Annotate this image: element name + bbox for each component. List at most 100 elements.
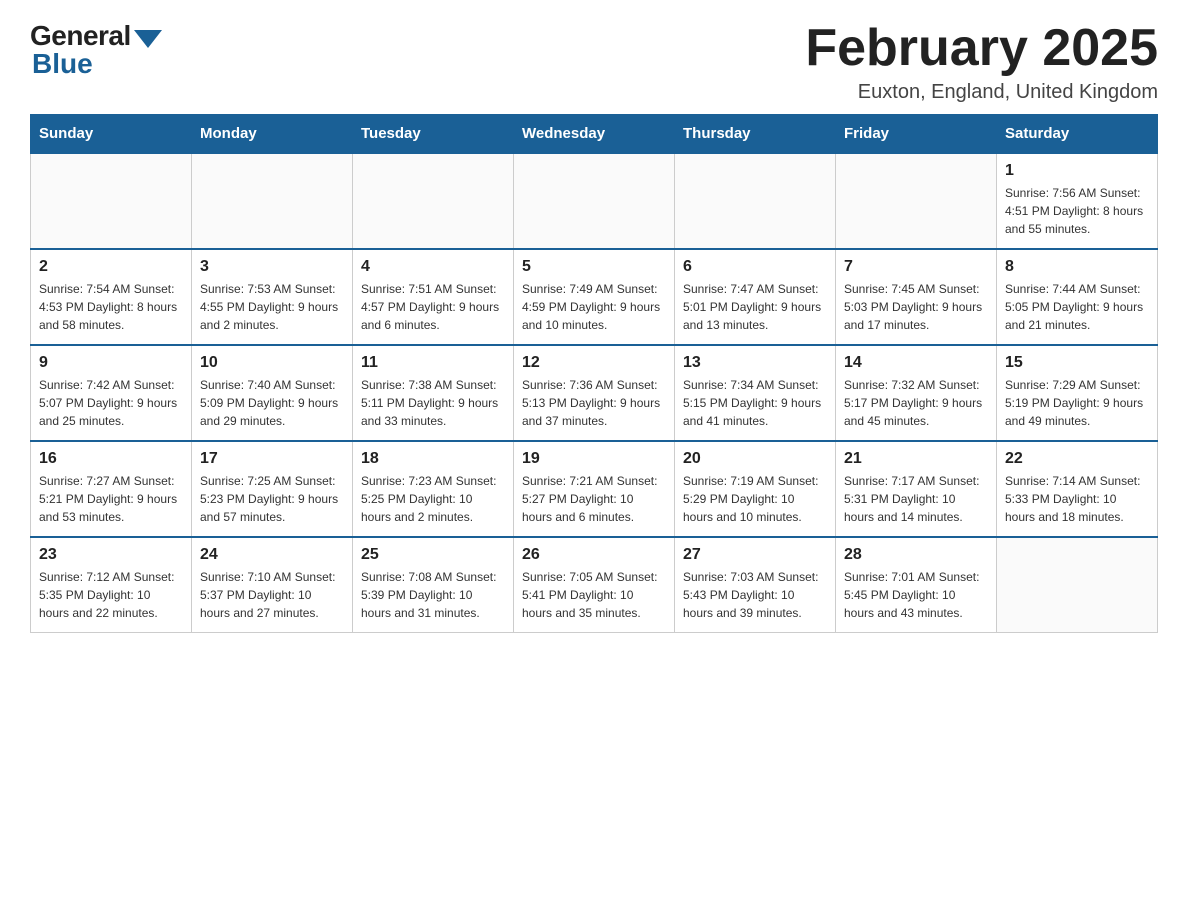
day-number: 25 — [361, 546, 505, 564]
calendar-cell — [192, 153, 353, 249]
day-info: Sunrise: 7:14 AM Sunset: 5:33 PM Dayligh… — [1005, 472, 1149, 526]
calendar-table: SundayMondayTuesdayWednesdayThursdayFrid… — [30, 114, 1158, 633]
day-number: 17 — [200, 450, 344, 468]
calendar-cell: 8 Sunrise: 7:44 AM Sunset: 5:05 PM Daylig… — [997, 249, 1158, 345]
day-number: 24 — [200, 546, 344, 564]
calendar-header-wednesday: Wednesday — [514, 115, 675, 154]
calendar-cell: 6 Sunrise: 7:47 AM Sunset: 5:01 PM Daylig… — [675, 249, 836, 345]
day-number: 10 — [200, 354, 344, 372]
calendar-cell: 2 Sunrise: 7:54 AM Sunset: 4:53 PM Daylig… — [31, 249, 192, 345]
logo-blue-text: Blue — [30, 48, 93, 80]
calendar-cell — [353, 153, 514, 249]
day-number: 19 — [522, 450, 666, 468]
day-info: Sunrise: 7:40 AM Sunset: 5:09 PM Dayligh… — [200, 376, 344, 430]
day-number: 27 — [683, 546, 827, 564]
calendar-week-5: 23 Sunrise: 7:12 AM Sunset: 5:35 PM Dayli… — [31, 537, 1158, 633]
day-info: Sunrise: 7:21 AM Sunset: 5:27 PM Dayligh… — [522, 472, 666, 526]
calendar-cell: 25Sunrise: 7:08 AM Sunset: 5:39 PM Dayli… — [353, 537, 514, 633]
calendar-header-row: SundayMondayTuesdayWednesdayThursdayFrid… — [31, 115, 1158, 154]
calendar-week-1: 1Sunrise: 7:56 AM Sunset: 4:51 PM Daylig… — [31, 153, 1158, 249]
day-number: 28 — [844, 546, 988, 564]
day-number: 7 — [844, 258, 988, 276]
day-number: 14 — [844, 354, 988, 372]
calendar-cell: 1Sunrise: 7:56 AM Sunset: 4:51 PM Daylig… — [997, 153, 1158, 249]
day-info: Sunrise: 7:36 AM Sunset: 5:13 PM Dayligh… — [522, 376, 666, 430]
logo: General Blue — [30, 20, 162, 80]
day-info: Sunrise: 7:01 AM Sunset: 5:45 PM Dayligh… — [844, 568, 988, 622]
calendar-cell: 24 Sunrise: 7:10 AM Sunset: 5:37 PM Dayli… — [192, 537, 353, 633]
day-number: 21 — [844, 450, 988, 468]
day-info: Sunrise: 7:23 AM Sunset: 5:25 PM Dayligh… — [361, 472, 505, 526]
day-number: 2 — [39, 258, 183, 276]
calendar-header-friday: Friday — [836, 115, 997, 154]
day-number: 15 — [1005, 354, 1149, 372]
calendar-cell: 28 Sunrise: 7:01 AM Sunset: 5:45 PM Dayli… — [836, 537, 997, 633]
day-info: Sunrise: 7:38 AM Sunset: 5:11 PM Dayligh… — [361, 376, 505, 430]
day-number: 8 — [1005, 258, 1149, 276]
day-info: Sunrise: 7:05 AM Sunset: 5:41 PM Dayligh… — [522, 568, 666, 622]
calendar-cell — [997, 537, 1158, 633]
calendar-cell: 9Sunrise: 7:42 AM Sunset: 5:07 PM Daylig… — [31, 345, 192, 441]
calendar-header-saturday: Saturday — [997, 115, 1158, 154]
day-number: 23 — [39, 546, 183, 564]
day-info: Sunrise: 7:27 AM Sunset: 5:21 PM Dayligh… — [39, 472, 183, 526]
day-number: 11 — [361, 354, 505, 372]
day-info: Sunrise: 7:10 AM Sunset: 5:37 PM Dayligh… — [200, 568, 344, 622]
day-info: Sunrise: 7:32 AM Sunset: 5:17 PM Dayligh… — [844, 376, 988, 430]
calendar-cell: 21 Sunrise: 7:17 AM Sunset: 5:31 PM Dayli… — [836, 441, 997, 537]
calendar-cell: 15 Sunrise: 7:29 AM Sunset: 5:19 PM Dayli… — [997, 345, 1158, 441]
day-info: Sunrise: 7:45 AM Sunset: 5:03 PM Dayligh… — [844, 280, 988, 334]
title-area: February 2025 Euxton, England, United Ki… — [805, 20, 1158, 104]
day-info: Sunrise: 7:47 AM Sunset: 5:01 PM Dayligh… — [683, 280, 827, 334]
calendar-cell: 17 Sunrise: 7:25 AM Sunset: 5:23 PM Dayli… — [192, 441, 353, 537]
day-info: Sunrise: 7:34 AM Sunset: 5:15 PM Dayligh… — [683, 376, 827, 430]
day-number: 18 — [361, 450, 505, 468]
day-number: 16 — [39, 450, 183, 468]
calendar-cell: 23 Sunrise: 7:12 AM Sunset: 5:35 PM Dayli… — [31, 537, 192, 633]
location-text: Euxton, England, United Kingdom — [805, 81, 1158, 104]
day-info: Sunrise: 7:12 AM Sunset: 5:35 PM Dayligh… — [39, 568, 183, 622]
day-number: 22 — [1005, 450, 1149, 468]
calendar-header-thursday: Thursday — [675, 115, 836, 154]
calendar-cell: 13Sunrise: 7:34 AM Sunset: 5:15 PM Dayli… — [675, 345, 836, 441]
day-number: 3 — [200, 258, 344, 276]
calendar-week-2: 2 Sunrise: 7:54 AM Sunset: 4:53 PM Daylig… — [31, 249, 1158, 345]
calendar-header-tuesday: Tuesday — [353, 115, 514, 154]
calendar-cell — [675, 153, 836, 249]
day-info: Sunrise: 7:44 AM Sunset: 5:05 PM Dayligh… — [1005, 280, 1149, 334]
day-info: Sunrise: 7:25 AM Sunset: 5:23 PM Dayligh… — [200, 472, 344, 526]
day-info: Sunrise: 7:53 AM Sunset: 4:55 PM Dayligh… — [200, 280, 344, 334]
calendar-cell: 4 Sunrise: 7:51 AM Sunset: 4:57 PM Daylig… — [353, 249, 514, 345]
day-info: Sunrise: 7:29 AM Sunset: 5:19 PM Dayligh… — [1005, 376, 1149, 430]
calendar-header-sunday: Sunday — [31, 115, 192, 154]
calendar-cell — [836, 153, 997, 249]
day-number: 6 — [683, 258, 827, 276]
calendar-week-4: 16 Sunrise: 7:27 AM Sunset: 5:21 PM Dayli… — [31, 441, 1158, 537]
day-number: 12 — [522, 354, 666, 372]
day-info: Sunrise: 7:51 AM Sunset: 4:57 PM Dayligh… — [361, 280, 505, 334]
calendar-cell: 19 Sunrise: 7:21 AM Sunset: 5:27 PM Dayli… — [514, 441, 675, 537]
calendar-cell: 16 Sunrise: 7:27 AM Sunset: 5:21 PM Dayli… — [31, 441, 192, 537]
calendar-header-monday: Monday — [192, 115, 353, 154]
month-title: February 2025 — [805, 20, 1158, 77]
calendar-cell: 27 Sunrise: 7:03 AM Sunset: 5:43 PM Dayli… — [675, 537, 836, 633]
calendar-cell: 14 Sunrise: 7:32 AM Sunset: 5:17 PM Dayli… — [836, 345, 997, 441]
calendar-cell: 3 Sunrise: 7:53 AM Sunset: 4:55 PM Daylig… — [192, 249, 353, 345]
calendar-cell: 7 Sunrise: 7:45 AM Sunset: 5:03 PM Daylig… — [836, 249, 997, 345]
page-header: General Blue February 2025 Euxton, Engla… — [30, 20, 1158, 104]
day-info: Sunrise: 7:54 AM Sunset: 4:53 PM Dayligh… — [39, 280, 183, 334]
calendar-cell: 12 Sunrise: 7:36 AM Sunset: 5:13 PM Dayli… — [514, 345, 675, 441]
day-number: 1 — [1005, 162, 1149, 180]
calendar-cell: 20Sunrise: 7:19 AM Sunset: 5:29 PM Dayli… — [675, 441, 836, 537]
calendar-week-3: 9Sunrise: 7:42 AM Sunset: 5:07 PM Daylig… — [31, 345, 1158, 441]
day-info: Sunrise: 7:49 AM Sunset: 4:59 PM Dayligh… — [522, 280, 666, 334]
calendar-cell: 18 Sunrise: 7:23 AM Sunset: 5:25 PM Dayli… — [353, 441, 514, 537]
day-info: Sunrise: 7:03 AM Sunset: 5:43 PM Dayligh… — [683, 568, 827, 622]
day-number: 20 — [683, 450, 827, 468]
calendar-cell — [31, 153, 192, 249]
day-number: 4 — [361, 258, 505, 276]
calendar-cell: 5Sunrise: 7:49 AM Sunset: 4:59 PM Daylig… — [514, 249, 675, 345]
day-info: Sunrise: 7:17 AM Sunset: 5:31 PM Dayligh… — [844, 472, 988, 526]
calendar-cell: 22 Sunrise: 7:14 AM Sunset: 5:33 PM Dayli… — [997, 441, 1158, 537]
calendar-cell: 10 Sunrise: 7:40 AM Sunset: 5:09 PM Dayli… — [192, 345, 353, 441]
